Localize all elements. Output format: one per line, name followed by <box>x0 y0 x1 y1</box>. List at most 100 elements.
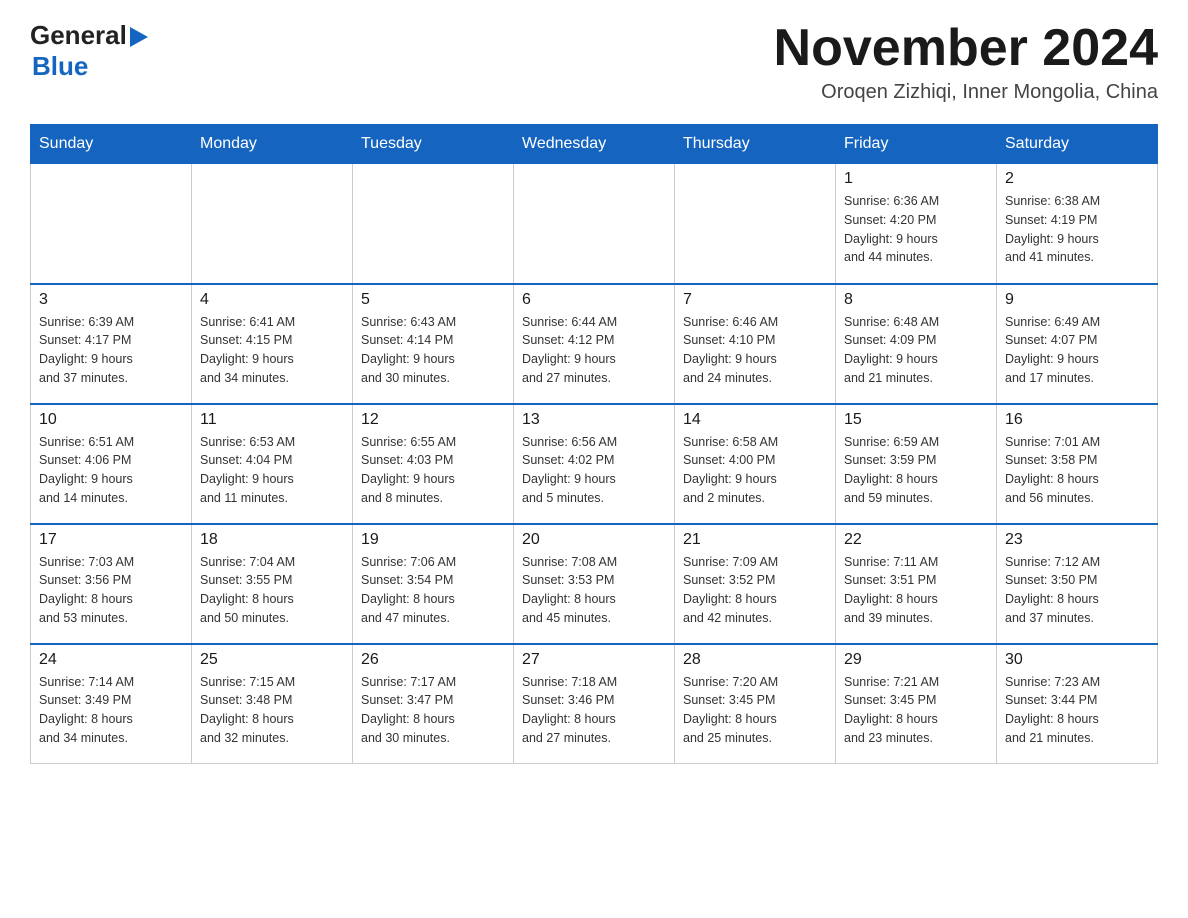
day-number: 3 <box>39 291 183 309</box>
day-number: 25 <box>200 651 344 669</box>
day-number: 8 <box>844 291 988 309</box>
table-row: 6Sunrise: 6:44 AM Sunset: 4:12 PM Daylig… <box>514 284 675 404</box>
page-header: General Blue November 2024 Oroqen Zizhiq… <box>30 20 1158 104</box>
day-number: 10 <box>39 411 183 429</box>
table-row: 29 Sunrise: 7:21 AM Sunset: 3:45 PM Dayli… <box>836 644 997 764</box>
table-row <box>192 164 353 284</box>
day-number: 22 <box>844 531 988 549</box>
day-info: Sunrise: 6:48 AM Sunset: 4:09 PM Dayligh… <box>844 313 988 388</box>
table-row: 7Sunrise: 6:46 AM Sunset: 4:10 PM Daylig… <box>675 284 836 404</box>
day-number: 15 <box>844 411 988 429</box>
day-info: Sunrise: 7:09 AM Sunset: 3:52 PM Dayligh… <box>683 553 827 628</box>
day-info: Sunrise: 7:12 AM Sunset: 3:50 PM Dayligh… <box>1005 553 1149 628</box>
day-number: 7 <box>683 291 827 309</box>
day-number: 26 <box>361 651 505 669</box>
table-row: 4 Sunrise: 6:41 AM Sunset: 4:15 PM Daylig… <box>192 284 353 404</box>
day-info: Sunrise: 7:06 AM Sunset: 3:54 PM Dayligh… <box>361 553 505 628</box>
day-info: Sunrise: 7:15 AM Sunset: 3:48 PM Dayligh… <box>200 673 344 748</box>
day-info: Sunrise: 6:44 AM Sunset: 4:12 PM Dayligh… <box>522 313 666 388</box>
table-row: 13 Sunrise: 6:56 AM Sunset: 4:02 PM Dayli… <box>514 404 675 524</box>
day-number: 30 <box>1005 651 1149 669</box>
logo-arrow-icon <box>130 27 148 47</box>
day-info: Sunrise: 6:41 AM Sunset: 4:15 PM Dayligh… <box>200 313 344 388</box>
day-info: Sunrise: 6:59 AM Sunset: 3:59 PM Dayligh… <box>844 433 988 508</box>
day-info: Sunrise: 7:20 AM Sunset: 3:45 PM Dayligh… <box>683 673 827 748</box>
day-info: Sunrise: 6:53 AM Sunset: 4:04 PM Dayligh… <box>200 433 344 508</box>
day-info: Sunrise: 6:49 AM Sunset: 4:07 PM Dayligh… <box>1005 313 1149 388</box>
table-row: 28 Sunrise: 7:20 AM Sunset: 3:45 PM Dayli… <box>675 644 836 764</box>
col-tuesday: Tuesday <box>353 125 514 164</box>
table-row: 15 Sunrise: 6:59 AM Sunset: 3:59 PM Dayli… <box>836 404 997 524</box>
day-number: 13 <box>522 411 666 429</box>
day-number: 11 <box>200 411 344 429</box>
col-wednesday: Wednesday <box>514 125 675 164</box>
table-row: 23Sunrise: 7:12 AM Sunset: 3:50 PM Dayli… <box>997 524 1158 644</box>
day-info: Sunrise: 7:03 AM Sunset: 3:56 PM Dayligh… <box>39 553 183 628</box>
day-number: 12 <box>361 411 505 429</box>
day-number: 17 <box>39 531 183 549</box>
day-info: Sunrise: 7:23 AM Sunset: 3:44 PM Dayligh… <box>1005 673 1149 748</box>
table-row <box>675 164 836 284</box>
table-row: 10 Sunrise: 6:51 AM Sunset: 4:06 PM Dayli… <box>31 404 192 524</box>
day-info: Sunrise: 7:04 AM Sunset: 3:55 PM Dayligh… <box>200 553 344 628</box>
title-area: November 2024 Oroqen Zizhiqi, Inner Mong… <box>774 20 1158 104</box>
day-number: 9 <box>1005 291 1149 309</box>
day-number: 1 <box>844 170 988 188</box>
table-row: 18 Sunrise: 7:04 AM Sunset: 3:55 PM Dayli… <box>192 524 353 644</box>
table-row: 30 Sunrise: 7:23 AM Sunset: 3:44 PM Dayli… <box>997 644 1158 764</box>
table-row: 19 Sunrise: 7:06 AM Sunset: 3:54 PM Dayli… <box>353 524 514 644</box>
day-info: Sunrise: 7:08 AM Sunset: 3:53 PM Dayligh… <box>522 553 666 628</box>
table-row: 25 Sunrise: 7:15 AM Sunset: 3:48 PM Dayli… <box>192 644 353 764</box>
week-row-1: 1 Sunrise: 6:36 AM Sunset: 4:20 PM Daylig… <box>31 164 1158 284</box>
day-info: Sunrise: 6:36 AM Sunset: 4:20 PM Dayligh… <box>844 192 988 267</box>
day-number: 4 <box>200 291 344 309</box>
day-number: 14 <box>683 411 827 429</box>
day-info: Sunrise: 6:39 AM Sunset: 4:17 PM Dayligh… <box>39 313 183 388</box>
day-info: Sunrise: 6:55 AM Sunset: 4:03 PM Dayligh… <box>361 433 505 508</box>
day-info: Sunrise: 6:58 AM Sunset: 4:00 PM Dayligh… <box>683 433 827 508</box>
day-number: 28 <box>683 651 827 669</box>
col-saturday: Saturday <box>997 125 1158 164</box>
table-row: 27Sunrise: 7:18 AM Sunset: 3:46 PM Dayli… <box>514 644 675 764</box>
day-number: 21 <box>683 531 827 549</box>
table-row: 22 Sunrise: 7:11 AM Sunset: 3:51 PM Dayli… <box>836 524 997 644</box>
day-info: Sunrise: 6:38 AM Sunset: 4:19 PM Dayligh… <box>1005 192 1149 267</box>
day-number: 19 <box>361 531 505 549</box>
day-info: Sunrise: 6:51 AM Sunset: 4:06 PM Dayligh… <box>39 433 183 508</box>
table-row: 24Sunrise: 7:14 AM Sunset: 3:49 PM Dayli… <box>31 644 192 764</box>
col-friday: Friday <box>836 125 997 164</box>
table-row: 12 Sunrise: 6:55 AM Sunset: 4:03 PM Dayli… <box>353 404 514 524</box>
location-subtitle: Oroqen Zizhiqi, Inner Mongolia, China <box>774 81 1158 104</box>
day-number: 18 <box>200 531 344 549</box>
table-row: 17 Sunrise: 7:03 AM Sunset: 3:56 PM Dayli… <box>31 524 192 644</box>
day-number: 2 <box>1005 170 1149 188</box>
table-row: 21 Sunrise: 7:09 AM Sunset: 3:52 PM Dayli… <box>675 524 836 644</box>
day-info: Sunrise: 6:56 AM Sunset: 4:02 PM Dayligh… <box>522 433 666 508</box>
table-row: 1 Sunrise: 6:36 AM Sunset: 4:20 PM Daylig… <box>836 164 997 284</box>
month-title: November 2024 <box>774 20 1158 77</box>
day-number: 5 <box>361 291 505 309</box>
day-info: Sunrise: 7:11 AM Sunset: 3:51 PM Dayligh… <box>844 553 988 628</box>
logo-blue-text: Blue <box>30 51 88 81</box>
col-sunday: Sunday <box>31 125 192 164</box>
table-row: 14 Sunrise: 6:58 AM Sunset: 4:00 PM Dayli… <box>675 404 836 524</box>
day-number: 16 <box>1005 411 1149 429</box>
table-row <box>514 164 675 284</box>
table-row: 16 Sunrise: 7:01 AM Sunset: 3:58 PM Dayli… <box>997 404 1158 524</box>
day-info: Sunrise: 6:43 AM Sunset: 4:14 PM Dayligh… <box>361 313 505 388</box>
table-row: 2 Sunrise: 6:38 AM Sunset: 4:19 PM Daylig… <box>997 164 1158 284</box>
day-info: Sunrise: 7:21 AM Sunset: 3:45 PM Dayligh… <box>844 673 988 748</box>
table-row <box>353 164 514 284</box>
table-row: 8 Sunrise: 6:48 AM Sunset: 4:09 PM Daylig… <box>836 284 997 404</box>
day-number: 29 <box>844 651 988 669</box>
table-row: 26Sunrise: 7:17 AM Sunset: 3:47 PM Dayli… <box>353 644 514 764</box>
day-info: Sunrise: 7:14 AM Sunset: 3:49 PM Dayligh… <box>39 673 183 748</box>
table-row: 11 Sunrise: 6:53 AM Sunset: 4:04 PM Dayli… <box>192 404 353 524</box>
col-thursday: Thursday <box>675 125 836 164</box>
table-row <box>31 164 192 284</box>
table-row: 3 Sunrise: 6:39 AM Sunset: 4:17 PM Daylig… <box>31 284 192 404</box>
calendar-header-row: Sunday Monday Tuesday Wednesday Thursday… <box>31 125 1158 164</box>
logo-general-text: General <box>30 20 127 51</box>
table-row: 20Sunrise: 7:08 AM Sunset: 3:53 PM Dayli… <box>514 524 675 644</box>
day-info: Sunrise: 7:01 AM Sunset: 3:58 PM Dayligh… <box>1005 433 1149 508</box>
